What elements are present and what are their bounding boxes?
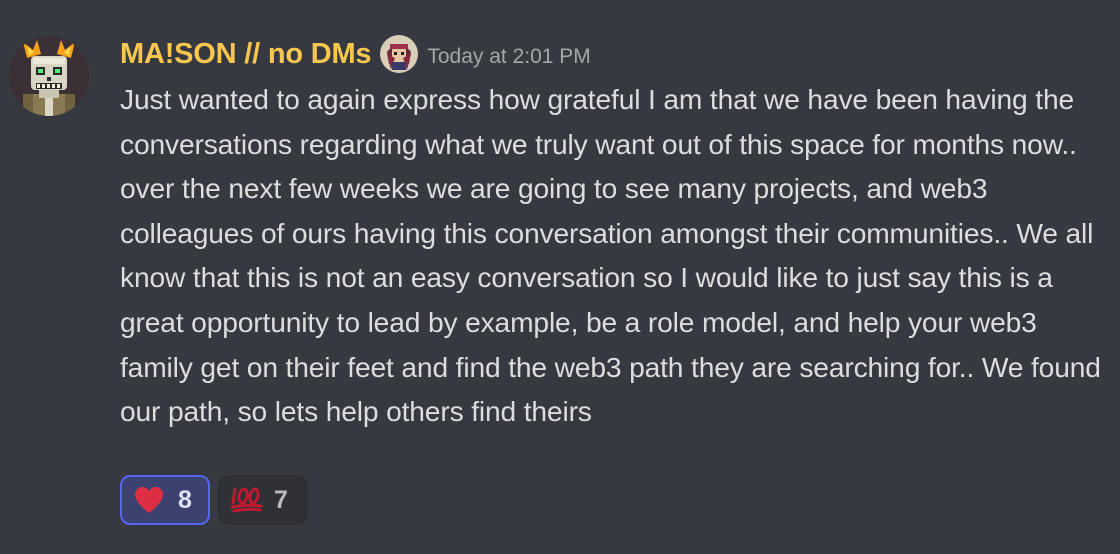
reaction-bar: 8 7 — [120, 475, 308, 525]
message-content: Just wanted to again express how gratefu… — [120, 83, 1101, 428]
reaction-heart[interactable]: 8 — [120, 475, 210, 525]
role-badge-icon — [379, 34, 419, 74]
message-timestamp[interactable]: Today at 2:01 PM — [427, 45, 590, 69]
chat-message: MA!SON // no DMs Today at 2:01 PM Just w… — [0, 0, 1120, 554]
message-header: MA!SON // no DMs Today at 2:01 PM — [120, 32, 591, 76]
hundred-points-emoji-icon — [230, 486, 263, 514]
reaction-hundred[interactable]: 7 — [218, 475, 308, 525]
reaction-count: 7 — [274, 485, 288, 514]
heart-emoji-icon — [134, 486, 164, 514]
username[interactable]: MA!SON // no DMs — [120, 38, 372, 71]
skull-avatar-icon — [9, 36, 89, 116]
user-avatar[interactable] — [9, 36, 89, 116]
reaction-count: 8 — [178, 485, 192, 514]
